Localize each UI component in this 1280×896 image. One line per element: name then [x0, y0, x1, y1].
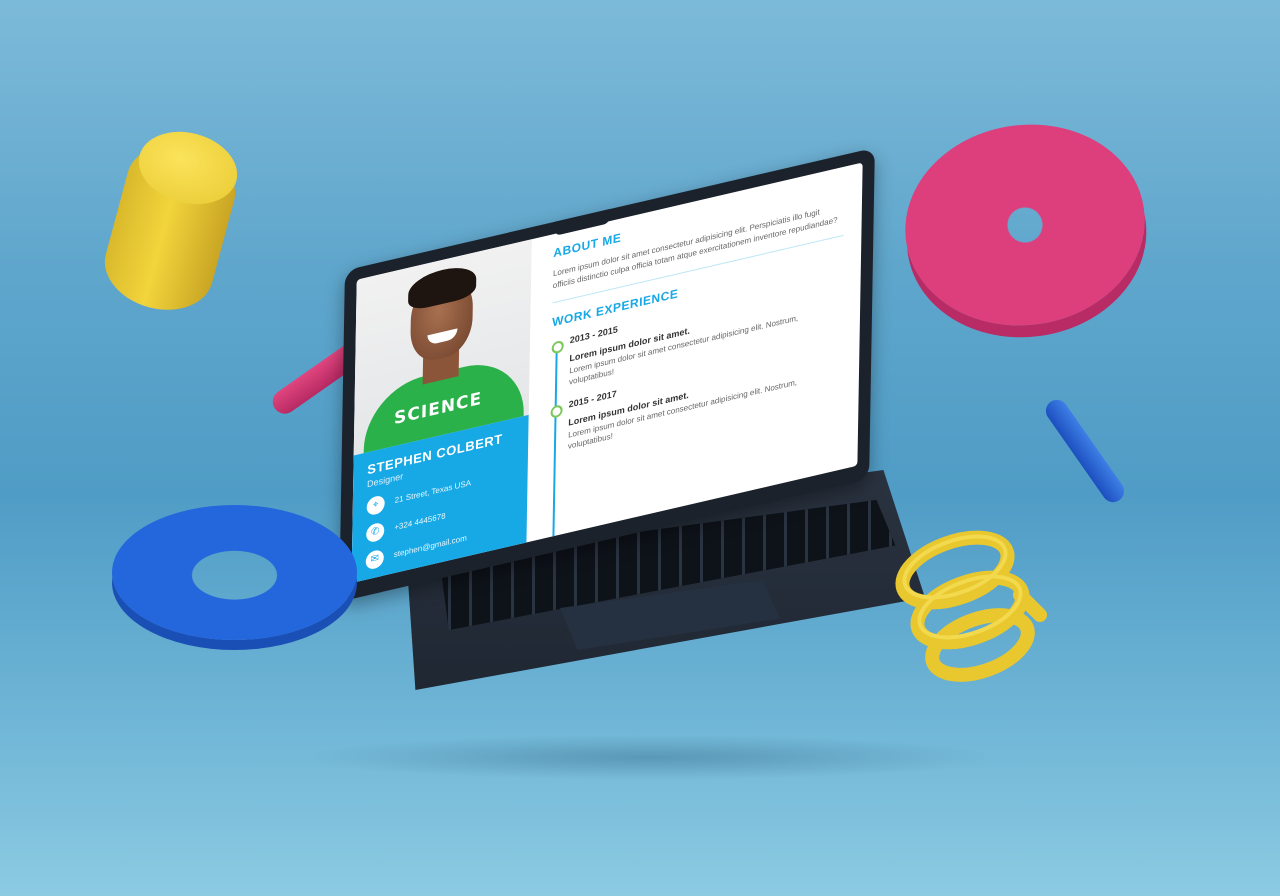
timeline-dot	[551, 339, 564, 355]
contact-email-text[interactable]: stephen@gmail.com	[394, 533, 467, 560]
resume-sidebar: SCIENCE STEPHEN COLBERT Designer ⌖ 21 St…	[351, 239, 532, 584]
contact-phone-text: +324 4445678	[394, 511, 446, 533]
blue-ring-decoration	[112, 505, 357, 640]
blue-rod-decoration	[1041, 395, 1129, 507]
pink-ring-decoration	[892, 109, 1158, 341]
laptop-display: SCIENCE STEPHEN COLBERT Designer ⌖ 21 St…	[339, 27, 887, 602]
yellow-spring-decoration	[895, 530, 1047, 682]
timeline-line	[552, 344, 558, 546]
contact-address-text: 21 Street, Texas USA	[394, 478, 472, 506]
mail-icon: ✉	[365, 548, 384, 571]
phone-icon: ✆	[366, 521, 385, 544]
work-timeline: 2013 - 2015 Lorem ipsum dolor sit amet. …	[550, 272, 843, 546]
timeline-dot	[550, 404, 563, 419]
mockup-scene: SCIENCE STEPHEN COLBERT Designer ⌖ 21 St…	[0, 0, 1280, 896]
location-icon: ⌖	[366, 494, 385, 517]
